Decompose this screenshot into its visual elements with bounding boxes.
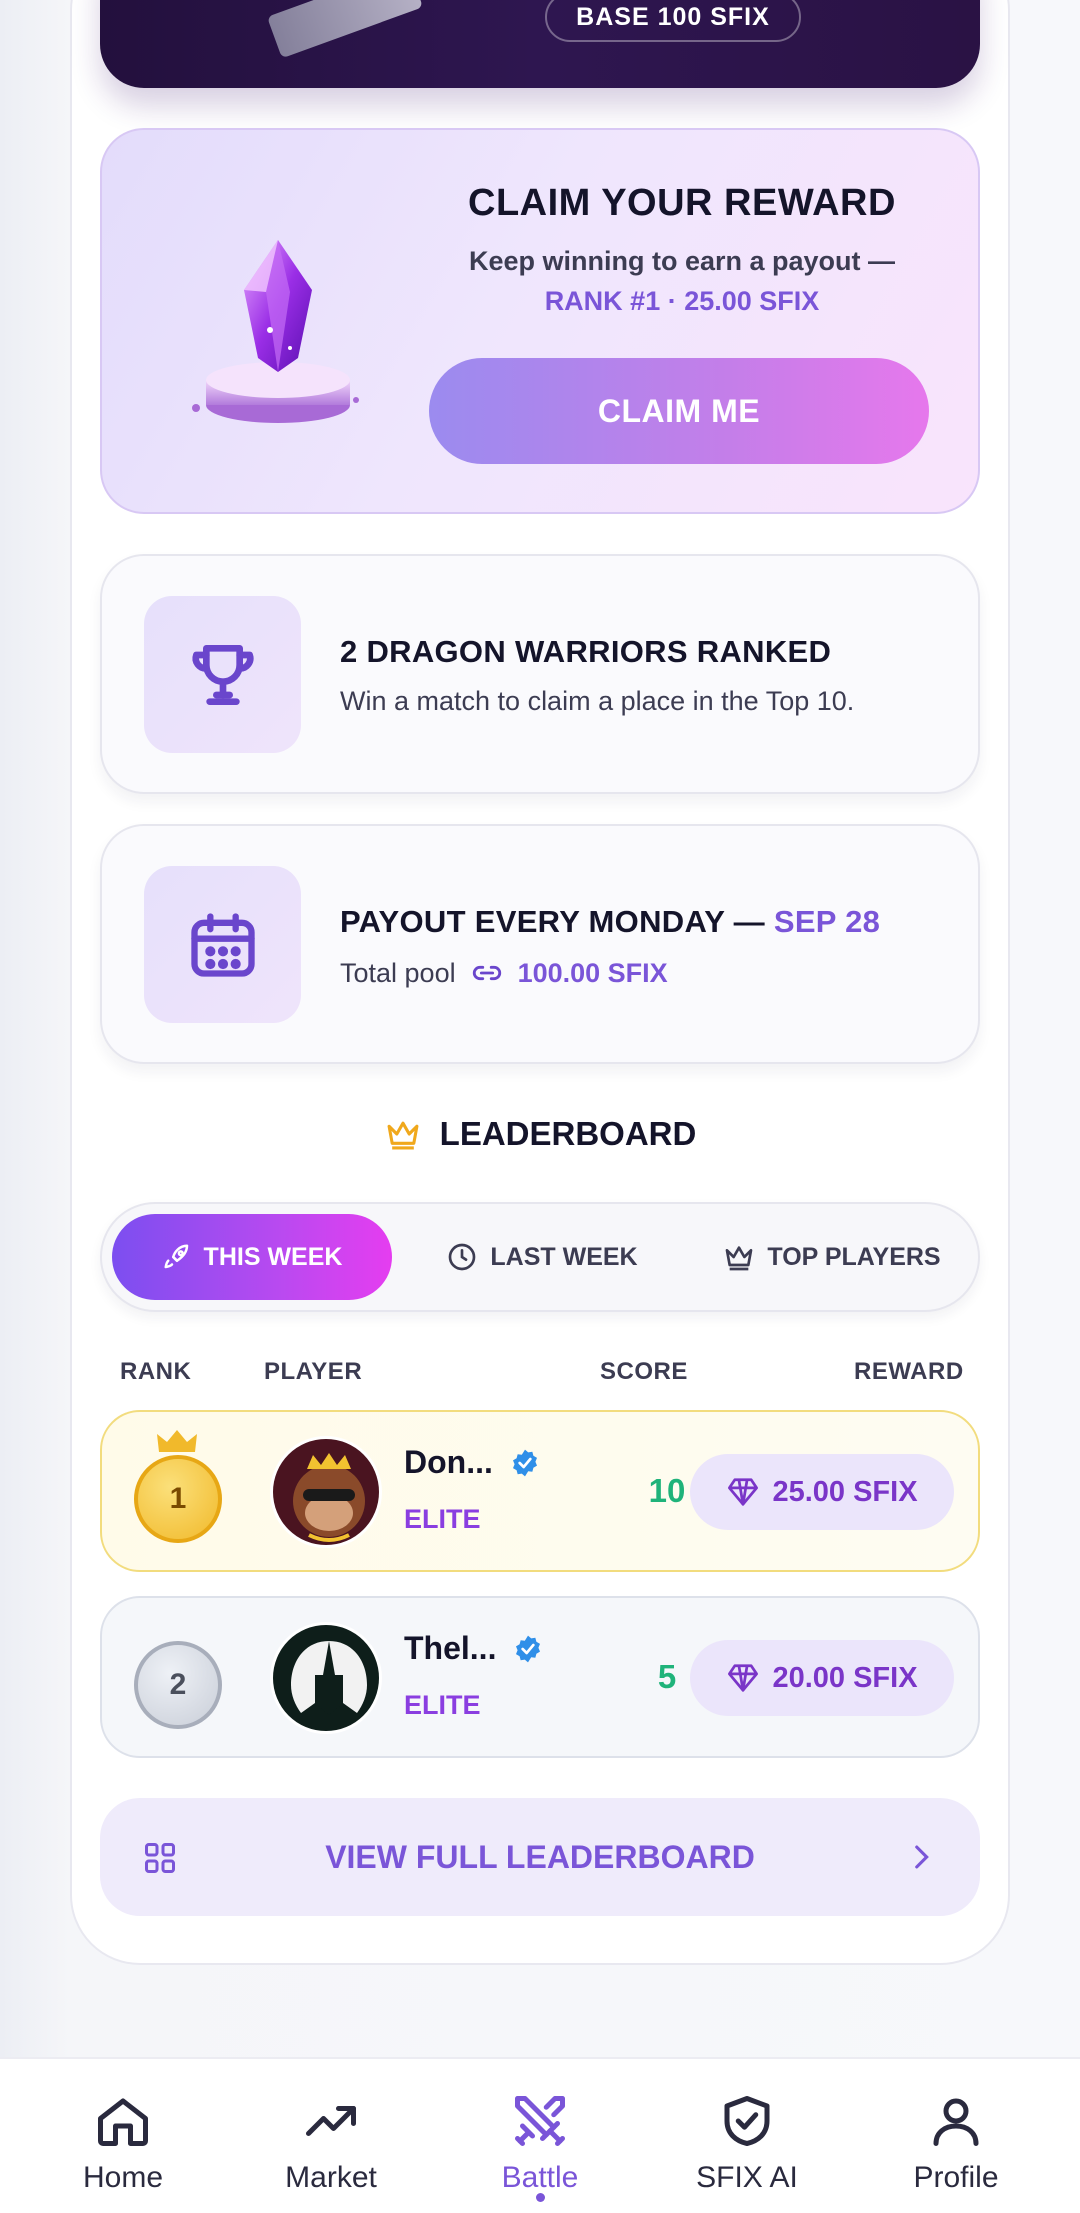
view-full-label: VIEW FULL LEADERBOARD xyxy=(325,1838,755,1875)
column-score: SCORE xyxy=(600,1358,688,1385)
ranked-title: 2 DRAGON WARRIORS RANKED xyxy=(340,634,832,669)
claim-reward-card: CLAIM YOUR REWARD Keep winning to earn a… xyxy=(100,128,980,514)
tab-this-week[interactable]: THIS WEEK xyxy=(112,1214,392,1300)
tab-top-players[interactable]: TOP PLAYERS xyxy=(702,1214,962,1300)
player-name: Don... xyxy=(404,1444,541,1481)
active-indicator xyxy=(536,2193,545,2202)
payout-card: PAYOUT EVERY MONDAY — SEP 28 Total pool … xyxy=(100,824,980,1064)
calendar-icon-box xyxy=(144,866,301,1023)
nav-battle[interactable]: Battle xyxy=(450,2091,630,2201)
calendar-icon xyxy=(190,912,255,977)
verified-icon xyxy=(512,1449,537,1476)
column-rank: RANK xyxy=(120,1358,192,1385)
nav-sfix-ai[interactable]: SFIX AI xyxy=(657,2091,837,2201)
home-icon xyxy=(98,2098,148,2146)
tab-last-week-label: LAST WEEK xyxy=(490,1242,638,1271)
crown-icon xyxy=(157,1430,197,1452)
ranked-subtitle: Win a match to claim a place in the Top … xyxy=(340,686,854,717)
tab-this-week-label: THIS WEEK xyxy=(203,1242,343,1271)
tab-last-week[interactable]: LAST WEEK xyxy=(422,1214,662,1300)
leaderboard-tabs: THIS WEEK LAST WEEK TOP PLAYERS xyxy=(100,1202,980,1312)
player-tier: ELITE xyxy=(404,1690,481,1720)
nav-battle-label: Battle xyxy=(501,2161,579,2194)
diamond-icon xyxy=(728,1478,759,1506)
base-pill: BASE 100 SFIX xyxy=(545,0,801,42)
table-row[interactable]: 2 Thel... ELITE 5 20.00 SFIX xyxy=(100,1596,980,1758)
rocket-icon xyxy=(164,1244,188,1269)
player-name-text: Don... xyxy=(404,1444,493,1480)
nav-market-label: Market xyxy=(285,2161,377,2194)
payout-title-text: PAYOUT EVERY MONDAY — xyxy=(340,904,774,939)
crossed-swords-icon xyxy=(515,2096,565,2146)
claim-subtitle: Keep winning to earn a payout — xyxy=(468,246,896,276)
trophy-icon xyxy=(191,644,254,705)
leaderboard-title: LEADERBOARD xyxy=(439,1115,697,1152)
reward-pill: 25.00 SFIX xyxy=(690,1454,954,1530)
ranked-card: 2 DRAGON WARRIORS RANKED Win a match to … xyxy=(100,554,980,794)
view-full-leaderboard-button[interactable]: VIEW FULL LEADERBOARD xyxy=(100,1798,980,1916)
crown-icon xyxy=(387,1121,419,1150)
trophy-icon-box xyxy=(144,596,301,753)
player-name: Thel... xyxy=(404,1630,544,1667)
avatar xyxy=(270,1622,382,1734)
chevron-right-icon xyxy=(915,1845,929,1869)
link-icon xyxy=(472,965,501,981)
reward-pill: 20.00 SFIX xyxy=(690,1640,954,1716)
nav-profile-label: Profile xyxy=(913,2161,999,2194)
crystal-icon xyxy=(190,230,365,430)
leaderboard-heading: LEADERBOARD xyxy=(0,1115,1080,1153)
user-icon xyxy=(933,2098,979,2146)
bottom-nav: Home Market Battle SFIX AI Profile xyxy=(0,2057,1080,2213)
payout-pool: Total pool 100.00 SFIX xyxy=(340,956,668,990)
avatar xyxy=(270,1436,382,1548)
reward-value: 20.00 SFIX xyxy=(772,1661,918,1694)
nav-home[interactable]: Home xyxy=(33,2091,213,2201)
tab-top-players-label: TOP PLAYERS xyxy=(767,1242,941,1271)
nav-market[interactable]: Market xyxy=(241,2091,421,2201)
pool-label: Total pool xyxy=(340,957,456,988)
payout-date: SEP 28 xyxy=(773,904,881,939)
verified-icon xyxy=(516,1635,541,1662)
table-row[interactable]: 1 Don... ELITE 10 25.00 SFIX xyxy=(100,1410,980,1572)
crown-icon xyxy=(726,1246,753,1271)
claim-title: CLAIM YOUR REWARD xyxy=(468,182,896,224)
payout-title: PAYOUT EVERY MONDAY — SEP 28 xyxy=(340,904,880,940)
battle-banner: BASE 100 SFIX xyxy=(100,0,980,88)
ranked-subtitle-text: Win a match to claim a place in the Top … xyxy=(340,686,855,716)
shield-check-icon xyxy=(724,2096,770,2146)
banner-graphic xyxy=(266,0,424,59)
nav-profile[interactable]: Profile xyxy=(866,2091,1046,2201)
rank-medal-silver: 2 xyxy=(134,1641,222,1729)
clock-icon xyxy=(449,1243,476,1271)
claim-me-button[interactable]: CLAIM ME xyxy=(429,358,929,464)
diamond-icon xyxy=(728,1664,759,1692)
reward-value: 25.00 SFIX xyxy=(772,1475,918,1508)
nav-home-label: Home xyxy=(82,2161,164,2194)
player-tier: ELITE xyxy=(404,1504,481,1534)
trending-up-icon xyxy=(306,2106,356,2136)
column-reward: REWARD xyxy=(854,1358,964,1385)
rank-medal-gold: 1 xyxy=(134,1455,222,1543)
player-name-text: Thel... xyxy=(404,1630,497,1666)
nav-sfix-ai-label: SFIX AI xyxy=(696,2161,798,2194)
claim-rank-line: RANK #1 · 25.00 SFIX xyxy=(544,286,820,316)
pool-value: 100.00 SFIX xyxy=(517,957,668,988)
column-player: PLAYER xyxy=(264,1358,363,1385)
